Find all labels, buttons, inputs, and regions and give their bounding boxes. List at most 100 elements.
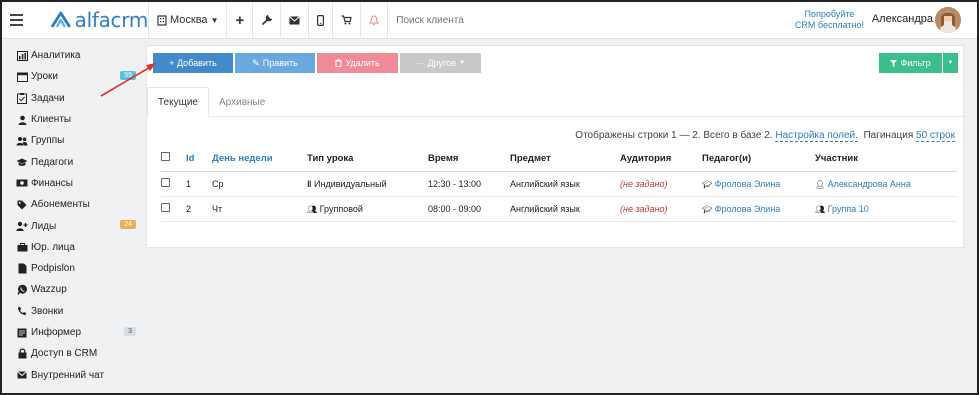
table-header-row: Id День недели Тип урока Время Предмет А… xyxy=(161,146,957,172)
sidebar-item-label: Podpislon xyxy=(31,263,75,275)
sidebar-item-label: Внутренний чат xyxy=(31,369,105,381)
sidebar-item-podpislon[interactable]: Podpislon xyxy=(2,258,142,279)
sidebar-item-internal-chat[interactable]: Внутренний чат xyxy=(2,364,142,385)
edit-button[interactable]: ✎ Править xyxy=(235,53,315,73)
leads-count-badge: 24 xyxy=(120,220,136,230)
client-search-input[interactable] xyxy=(396,14,597,26)
table-row[interactable]: 1 Ср ‖ Индивидуальный 12:30 - 13:00 Англ… xyxy=(161,171,957,197)
lessons-panel: + Добавить ✎ Править Удалить ··· Другое … xyxy=(146,45,964,248)
client-search[interactable] xyxy=(388,2,597,39)
column-header-room: Аудитория xyxy=(620,146,702,172)
sidebar-item-teachers[interactable]: Педагоги xyxy=(2,151,142,172)
whatsapp-icon xyxy=(16,284,28,296)
fields-settings-link[interactable]: Настройка полей. xyxy=(775,130,858,142)
edit-button-label: Править xyxy=(262,58,298,68)
sidebar-item-finance[interactable]: Финансы xyxy=(2,173,142,194)
city-selector[interactable]: Москва ▼ xyxy=(149,2,226,39)
member-link[interactable]: Александрова Анна xyxy=(828,179,911,189)
envelope-icon xyxy=(16,369,28,381)
column-header-weekday[interactable]: День недели xyxy=(212,146,307,172)
top-bar: alfacrm Москва ▼ + Поиск клиента Попробу… xyxy=(2,2,977,39)
user-name[interactable]: Александра xyxy=(872,13,933,25)
delete-button[interactable]: Удалить xyxy=(317,53,398,73)
tasks-icon xyxy=(16,92,28,104)
sidebar-item-wazzup[interactable]: Wazzup xyxy=(2,279,142,300)
add-button[interactable]: + Добавить xyxy=(153,53,233,73)
column-header-lesson-type: Тип урока xyxy=(307,146,428,172)
sidebar-item-clients[interactable]: Клиенты xyxy=(2,109,142,130)
cart-icon[interactable] xyxy=(333,2,360,39)
try-crm-line2: CRM бесплатно! xyxy=(794,20,864,30)
sidebar-item-label: Уроки xyxy=(31,71,58,83)
column-header-time: Время xyxy=(428,146,510,172)
plus-icon[interactable]: + xyxy=(227,2,252,39)
row-checkbox[interactable] xyxy=(161,203,170,212)
other-button[interactable]: ··· Другое ▼ xyxy=(400,53,481,73)
cell-time: 12:30 - 13:00 xyxy=(428,171,510,197)
calendar-icon xyxy=(16,71,28,83)
app-frame: alfacrm Москва ▼ + Поиск клиента Попробу… xyxy=(0,0,979,395)
filter-icon xyxy=(890,59,898,67)
filter-button-label: Фильтр xyxy=(900,58,931,68)
wrench-icon[interactable] xyxy=(253,2,280,39)
teacher-link[interactable]: Фролова Элина xyxy=(715,204,781,214)
sidebar-item-label: Информер xyxy=(31,327,82,338)
user-icon: 👤︎ xyxy=(815,179,826,189)
other-button-label: ··· Другое xyxy=(415,58,457,68)
delete-button-label: Удалить xyxy=(345,58,380,68)
sidebar-item-leads[interactable]: Лиды 24 xyxy=(2,215,142,236)
sidebar-item-label: Wazzup xyxy=(31,284,67,296)
logo[interactable]: alfacrm xyxy=(50,8,148,32)
sidebar-item-groups[interactable]: Группы xyxy=(2,130,142,151)
sidebar-item-legal-entities[interactable]: Юр. лица xyxy=(2,237,142,258)
caret-down-icon: ▼ xyxy=(459,60,466,66)
tab-current[interactable]: Текущие xyxy=(147,87,209,117)
cell-subject: Английский язык xyxy=(510,196,620,222)
pagination-selector[interactable]: 50 строк xyxy=(916,130,955,142)
sidebar-item-lessons[interactable]: Уроки 59 xyxy=(2,66,142,87)
tab-archive[interactable]: Архивные xyxy=(209,87,275,117)
informer-icon xyxy=(16,327,28,339)
table-row[interactable]: 2 Чт 👥︎ Групповой 08:00 - 09:00 Английск… xyxy=(161,196,957,222)
sidebar-item-subscriptions[interactable]: Абонементы xyxy=(2,194,142,215)
teacher-link[interactable]: Фролова Элина xyxy=(715,179,781,189)
mobile-icon[interactable] xyxy=(309,2,332,39)
hamburger-menu-icon[interactable] xyxy=(10,14,38,26)
pagination-label: Пагинация xyxy=(863,130,914,141)
sidebar-item-crm-access[interactable]: Доступ в CRM xyxy=(2,343,142,364)
add-button-label: + Добавить xyxy=(169,58,217,68)
sidebar-item-analytics[interactable]: Аналитика xyxy=(2,45,142,66)
sidebar-item-label: Лиды xyxy=(31,220,57,232)
caret-down-icon: ▼ xyxy=(210,15,219,25)
lessons-table: Id День недели Тип урока Время Предмет А… xyxy=(161,146,957,222)
column-header-member: Участник xyxy=(815,146,957,172)
try-crm-link[interactable]: Попробуйте CRM бесплатно! xyxy=(795,9,864,31)
sidebar-item-label: Аналитика xyxy=(31,50,81,62)
row-checkbox[interactable] xyxy=(161,178,170,187)
lock-icon xyxy=(16,348,28,360)
filter-dropdown-toggle[interactable]: ▼ xyxy=(943,53,958,73)
sidebar-item-calls[interactable]: Звонки xyxy=(2,301,142,322)
select-all-checkbox[interactable] xyxy=(161,152,170,162)
column-header-id[interactable]: Id xyxy=(186,146,212,172)
graduation-cap-icon: 🎓︎ xyxy=(702,179,713,189)
sidebar: Аналитика Уроки 59 Задачи Клиенты Группы… xyxy=(2,39,142,393)
sidebar-item-label: Финансы xyxy=(31,177,73,189)
bell-icon[interactable] xyxy=(361,2,387,39)
cell-subject: Английский язык xyxy=(510,171,620,197)
chart-icon xyxy=(16,50,28,62)
city-label: Москва xyxy=(170,14,208,26)
envelope-icon[interactable] xyxy=(281,2,308,39)
table-info: Отображены строки 1 — 2. Всего в базе 2.… xyxy=(575,130,955,142)
cell-time: 08:00 - 09:00 xyxy=(428,196,510,222)
logo-text: alfacrm xyxy=(74,8,149,32)
filter-button[interactable]: Фильтр xyxy=(879,53,942,73)
informer-count-badge: 3 xyxy=(124,326,136,336)
avatar[interactable] xyxy=(935,7,961,33)
member-link[interactable]: Группа 10 xyxy=(828,204,869,214)
sidebar-item-informer[interactable]: Информер 3 xyxy=(2,322,142,343)
sidebar-item-label: Доступ в CRM xyxy=(31,348,98,360)
sidebar-item-label: Группы xyxy=(31,135,65,147)
user-plus-icon xyxy=(16,220,28,232)
sidebar-item-tasks[interactable]: Задачи xyxy=(2,88,142,109)
